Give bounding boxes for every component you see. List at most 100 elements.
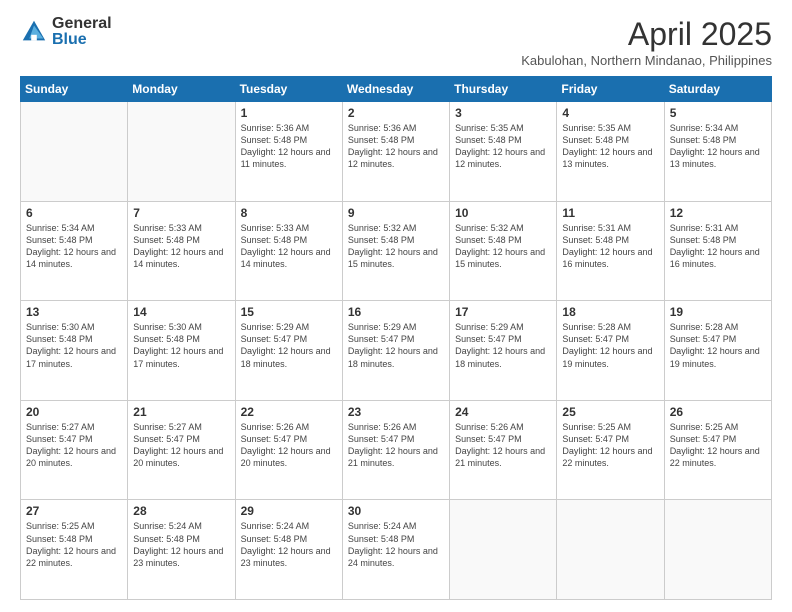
calendar-cell: 6Sunrise: 5:34 AMSunset: 5:48 PMDaylight… bbox=[21, 201, 128, 301]
calendar-week-2: 13 Sunrise: 5:30 AMSunset: 5:48 PMDayligh… bbox=[21, 301, 772, 401]
day-number: 25 bbox=[562, 405, 658, 419]
day-number: 16 bbox=[348, 305, 444, 319]
day-number: 30 bbox=[348, 504, 444, 518]
day-info: Sunrise: 5:36 AMSunset: 5:48 PMDaylight:… bbox=[241, 122, 337, 171]
calendar-cell: 22Sunrise: 5:26 AMSunset: 5:47 PMDayligh… bbox=[235, 400, 342, 500]
calendar-cell bbox=[450, 500, 557, 600]
calendar-table: SundayMondayTuesdayWednesdayThursdayFrid… bbox=[20, 76, 772, 600]
day-number: 13 bbox=[26, 305, 122, 319]
calendar-cell: 15 Sunrise: 5:29 AMSunset: 5:47 PMDayligh… bbox=[235, 301, 342, 401]
logo-icon bbox=[20, 18, 48, 46]
calendar-cell bbox=[664, 500, 771, 600]
day-info: Sunrise: 5:26 AMSunset: 5:47 PMDaylight:… bbox=[241, 421, 337, 470]
calendar-cell: 30 Sunrise: 5:24 AMSunset: 5:48 PMDayligh… bbox=[342, 500, 449, 600]
calendar-cell: 11Sunrise: 5:31 AMSunset: 5:48 PMDayligh… bbox=[557, 201, 664, 301]
calendar-cell: 4 Sunrise: 5:35 AMSunset: 5:48 PMDaylight… bbox=[557, 102, 664, 202]
calendar-cell: 26 Sunrise: 5:25 AMSunset: 5:47 PMDayligh… bbox=[664, 400, 771, 500]
header: General Blue April 2025 Kabulohan, North… bbox=[20, 16, 772, 68]
day-number: 9 bbox=[348, 206, 444, 220]
day-info: Sunrise: 5:33 AMSunset: 5:48 PMDaylight:… bbox=[241, 222, 337, 271]
calendar-cell: 13 Sunrise: 5:30 AMSunset: 5:48 PMDayligh… bbox=[21, 301, 128, 401]
day-number: 4 bbox=[562, 106, 658, 120]
day-number: 7 bbox=[133, 206, 229, 220]
logo-general: General bbox=[52, 16, 112, 32]
calendar-cell bbox=[21, 102, 128, 202]
calendar-cell: 10 Sunrise: 5:32 AMSunset: 5:48 PMDayligh… bbox=[450, 201, 557, 301]
calendar-week-4: 27Sunrise: 5:25 AMSunset: 5:48 PMDayligh… bbox=[21, 500, 772, 600]
day-info: Sunrise: 5:29 AMSunset: 5:47 PMDaylight:… bbox=[241, 321, 337, 370]
day-info: Sunrise: 5:27 AMSunset: 5:47 PMDaylight:… bbox=[133, 421, 229, 470]
day-info: Sunrise: 5:25 AMSunset: 5:47 PMDaylight:… bbox=[562, 421, 658, 470]
day-info: Sunrise: 5:24 AMSunset: 5:48 PMDaylight:… bbox=[348, 520, 444, 569]
day-number: 10 bbox=[455, 206, 551, 220]
col-header-monday: Monday bbox=[128, 77, 235, 102]
day-info: Sunrise: 5:35 AMSunset: 5:48 PMDaylight:… bbox=[455, 122, 551, 171]
day-number: 8 bbox=[241, 206, 337, 220]
calendar-week-0: 1 Sunrise: 5:36 AMSunset: 5:48 PMDaylight… bbox=[21, 102, 772, 202]
day-number: 12 bbox=[670, 206, 766, 220]
day-number: 17 bbox=[455, 305, 551, 319]
calendar-cell: 8 Sunrise: 5:33 AMSunset: 5:48 PMDaylight… bbox=[235, 201, 342, 301]
logo: General Blue bbox=[20, 16, 112, 48]
logo-blue: Blue bbox=[52, 32, 112, 48]
day-info: Sunrise: 5:28 AMSunset: 5:47 PMDaylight:… bbox=[670, 321, 766, 370]
day-number: 20 bbox=[26, 405, 122, 419]
day-number: 19 bbox=[670, 305, 766, 319]
calendar-cell: 7 Sunrise: 5:33 AMSunset: 5:48 PMDaylight… bbox=[128, 201, 235, 301]
location: Kabulohan, Northern Mindanao, Philippine… bbox=[521, 53, 772, 68]
page: General Blue April 2025 Kabulohan, North… bbox=[0, 0, 792, 612]
calendar-cell: 16 Sunrise: 5:29 AMSunset: 5:47 PMDayligh… bbox=[342, 301, 449, 401]
calendar-cell: 2 Sunrise: 5:36 AMSunset: 5:48 PMDaylight… bbox=[342, 102, 449, 202]
day-info: Sunrise: 5:35 AMSunset: 5:48 PMDaylight:… bbox=[562, 122, 658, 171]
col-header-tuesday: Tuesday bbox=[235, 77, 342, 102]
day-info: Sunrise: 5:24 AMSunset: 5:48 PMDaylight:… bbox=[241, 520, 337, 569]
day-info: Sunrise: 5:31 AMSunset: 5:48 PMDaylight:… bbox=[562, 222, 658, 271]
col-header-thursday: Thursday bbox=[450, 77, 557, 102]
day-number: 1 bbox=[241, 106, 337, 120]
day-number: 27 bbox=[26, 504, 122, 518]
calendar-cell: 20 Sunrise: 5:27 AMSunset: 5:47 PMDayligh… bbox=[21, 400, 128, 500]
day-info: Sunrise: 5:33 AMSunset: 5:48 PMDaylight:… bbox=[133, 222, 229, 271]
title-block: April 2025 Kabulohan, Northern Mindanao,… bbox=[521, 16, 772, 68]
calendar-cell: 28Sunrise: 5:24 AMSunset: 5:48 PMDayligh… bbox=[128, 500, 235, 600]
calendar-cell: 21 Sunrise: 5:27 AMSunset: 5:47 PMDayligh… bbox=[128, 400, 235, 500]
day-number: 23 bbox=[348, 405, 444, 419]
calendar-header-row: SundayMondayTuesdayWednesdayThursdayFrid… bbox=[21, 77, 772, 102]
day-info: Sunrise: 5:28 AMSunset: 5:47 PMDaylight:… bbox=[562, 321, 658, 370]
col-header-sunday: Sunday bbox=[21, 77, 128, 102]
day-number: 26 bbox=[670, 405, 766, 419]
day-info: Sunrise: 5:27 AMSunset: 5:47 PMDaylight:… bbox=[26, 421, 122, 470]
day-number: 5 bbox=[670, 106, 766, 120]
calendar-cell: 17 Sunrise: 5:29 AMSunset: 5:47 PMDayligh… bbox=[450, 301, 557, 401]
month-title: April 2025 bbox=[521, 16, 772, 53]
calendar-week-1: 6Sunrise: 5:34 AMSunset: 5:48 PMDaylight… bbox=[21, 201, 772, 301]
calendar-cell: 14 Sunrise: 5:30 AMSunset: 5:48 PMDayligh… bbox=[128, 301, 235, 401]
day-info: Sunrise: 5:25 AMSunset: 5:47 PMDaylight:… bbox=[670, 421, 766, 470]
day-info: Sunrise: 5:29 AMSunset: 5:47 PMDaylight:… bbox=[348, 321, 444, 370]
day-number: 28 bbox=[133, 504, 229, 518]
day-info: Sunrise: 5:36 AMSunset: 5:48 PMDaylight:… bbox=[348, 122, 444, 171]
day-info: Sunrise: 5:29 AMSunset: 5:47 PMDaylight:… bbox=[455, 321, 551, 370]
day-info: Sunrise: 5:32 AMSunset: 5:48 PMDaylight:… bbox=[455, 222, 551, 271]
day-number: 2 bbox=[348, 106, 444, 120]
calendar-cell: 19 Sunrise: 5:28 AMSunset: 5:47 PMDayligh… bbox=[664, 301, 771, 401]
day-info: Sunrise: 5:30 AMSunset: 5:48 PMDaylight:… bbox=[26, 321, 122, 370]
calendar-cell: 23Sunrise: 5:26 AMSunset: 5:47 PMDayligh… bbox=[342, 400, 449, 500]
day-info: Sunrise: 5:30 AMSunset: 5:48 PMDaylight:… bbox=[133, 321, 229, 370]
calendar-cell: 29 Sunrise: 5:24 AMSunset: 5:48 PMDayligh… bbox=[235, 500, 342, 600]
logo-text: General Blue bbox=[52, 16, 112, 48]
calendar-cell: 3Sunrise: 5:35 AMSunset: 5:48 PMDaylight… bbox=[450, 102, 557, 202]
day-info: Sunrise: 5:32 AMSunset: 5:48 PMDaylight:… bbox=[348, 222, 444, 271]
day-number: 6 bbox=[26, 206, 122, 220]
day-number: 18 bbox=[562, 305, 658, 319]
day-number: 14 bbox=[133, 305, 229, 319]
calendar-cell: 27Sunrise: 5:25 AMSunset: 5:48 PMDayligh… bbox=[21, 500, 128, 600]
day-number: 29 bbox=[241, 504, 337, 518]
calendar-cell: 12Sunrise: 5:31 AMSunset: 5:48 PMDayligh… bbox=[664, 201, 771, 301]
day-number: 15 bbox=[241, 305, 337, 319]
calendar-cell: 24Sunrise: 5:26 AMSunset: 5:47 PMDayligh… bbox=[450, 400, 557, 500]
calendar-cell bbox=[557, 500, 664, 600]
day-info: Sunrise: 5:26 AMSunset: 5:47 PMDaylight:… bbox=[455, 421, 551, 470]
day-number: 21 bbox=[133, 405, 229, 419]
calendar-cell bbox=[128, 102, 235, 202]
